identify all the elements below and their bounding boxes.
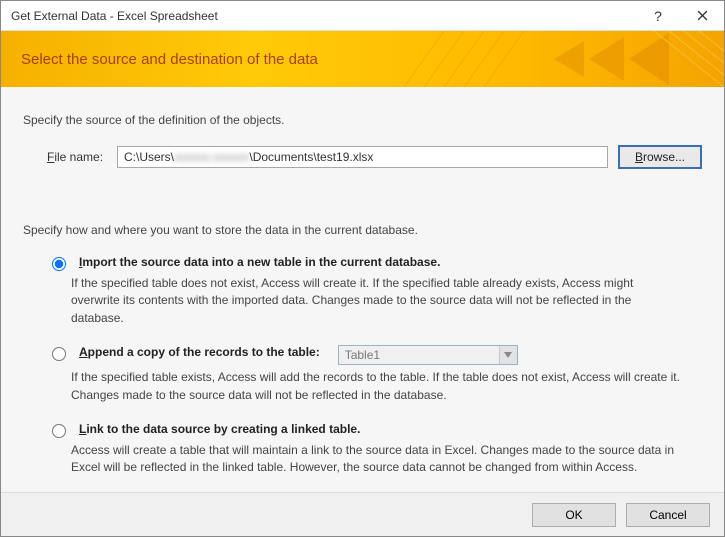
option-append: Append a copy of the records to the tabl… xyxy=(47,345,702,365)
file-input[interactable]: C:\Users\xxxxxx.xxxxxx\Documents\test19.… xyxy=(117,146,608,168)
store-intro: Specify how and where you want to store … xyxy=(23,223,702,237)
append-table-value: Table1 xyxy=(339,346,499,364)
file-label: File name: xyxy=(47,150,107,164)
option-append-label[interactable]: Append a copy of the records to the tabl… xyxy=(79,345,320,359)
titlebar: Get External Data - Excel Spreadsheet ? xyxy=(1,1,724,31)
option-import: Import the source data into a new table … xyxy=(47,255,702,271)
cancel-button[interactable]: Cancel xyxy=(626,503,710,527)
option-import-label[interactable]: Import the source data into a new table … xyxy=(79,255,440,269)
radio-link[interactable] xyxy=(52,424,66,438)
option-link: Link to the data source by creating a li… xyxy=(47,422,702,438)
source-intro: Specify the source of the definition of … xyxy=(23,113,702,127)
content-area: Specify the source of the definition of … xyxy=(1,87,724,492)
radio-append[interactable] xyxy=(52,347,66,361)
help-button[interactable]: ? xyxy=(636,1,680,31)
option-append-desc: If the specified table exists, Access wi… xyxy=(71,369,682,404)
window-title: Get External Data - Excel Spreadsheet xyxy=(11,9,636,23)
banner-title: Select the source and destination of the… xyxy=(21,51,318,68)
close-button[interactable] xyxy=(680,1,724,31)
append-table-combo[interactable]: Table1 xyxy=(338,345,518,365)
option-link-label[interactable]: Link to the data source by creating a li… xyxy=(79,422,360,436)
help-icon: ? xyxy=(654,8,662,24)
radio-import[interactable] xyxy=(52,257,66,271)
file-row: File name: C:\Users\xxxxxx.xxxxxx\Docume… xyxy=(47,145,702,169)
banner: Select the source and destination of the… xyxy=(1,31,724,87)
option-import-desc: If the specified table does not exist, A… xyxy=(71,275,682,327)
banner-decoration xyxy=(404,31,724,87)
chevron-down-icon xyxy=(499,346,517,364)
ok-button[interactable]: OK xyxy=(532,503,616,527)
close-icon xyxy=(697,8,708,24)
footer: OK Cancel xyxy=(1,492,724,536)
browse-button[interactable]: Browse... xyxy=(618,145,702,169)
option-link-desc: Access will create a table that will mai… xyxy=(71,442,682,477)
